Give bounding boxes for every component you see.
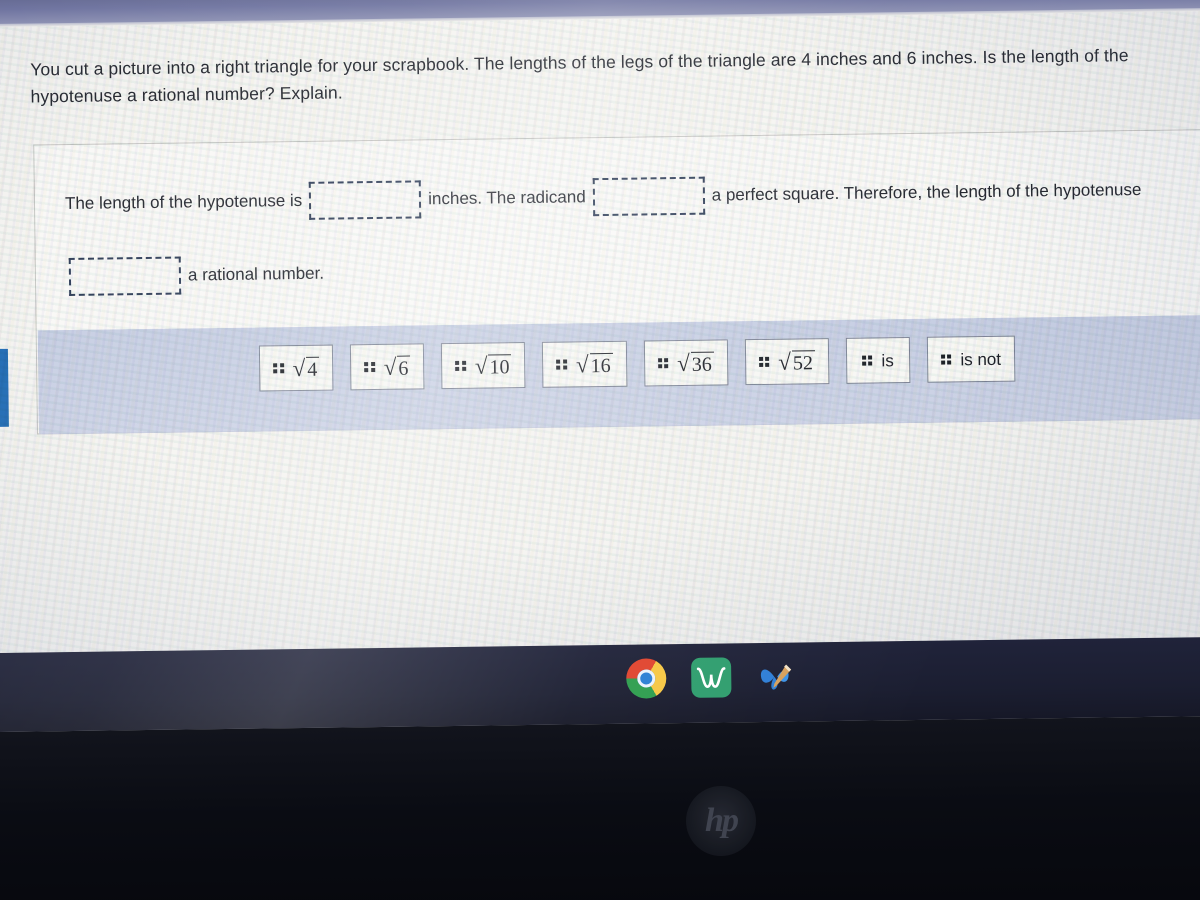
tile-sqrt-16[interactable]: √ 16 [542, 340, 627, 388]
graphing-calculator-icon[interactable] [690, 657, 732, 698]
answer-text-segment-1: The length of the hypotenuse is [64, 190, 303, 214]
tile-label: is [881, 351, 894, 371]
answer-text-segment-2: inches. The radicand [428, 187, 586, 209]
tile-sqrt-4[interactable]: √ 4 [258, 344, 334, 392]
answer-blank-radicand-is[interactable] [592, 176, 705, 217]
hp-brand-logo: hp [686, 786, 756, 856]
radical-icon: √ 36 [676, 350, 714, 376]
answer-statement-line-1: The length of the hypotenuse is inches. … [63, 171, 1144, 223]
answer-statement-line-2: a rational number. [64, 255, 327, 297]
radicand-value: 16 [589, 352, 613, 377]
answer-blank-rational-is[interactable] [68, 256, 182, 297]
os-taskbar [0, 636, 1200, 733]
taskbar-icon-group [626, 657, 797, 699]
tile-sqrt-52[interactable]: √ 52 [744, 338, 830, 386]
side-tab-button[interactable]: B [0, 348, 9, 428]
laptop-screen-photo: hp 7. Approximating Square Roots - Secti… [0, 0, 1200, 900]
answer-blank-hypotenuse-length[interactable] [308, 180, 422, 220]
answer-text-segment-3: a perfect square. Therefore, the length … [711, 179, 1142, 205]
tile-label: √ 36 [676, 350, 714, 376]
tile-is[interactable]: is [845, 337, 911, 384]
drag-handle-icon[interactable] [455, 360, 466, 372]
radicand-value: 4 [306, 356, 320, 380]
tile-sqrt-6[interactable]: √ 6 [349, 343, 425, 391]
tile-is-not[interactable]: is not [926, 335, 1016, 383]
drag-handle-icon[interactable] [758, 356, 770, 368]
drag-handle-icon[interactable] [364, 361, 375, 373]
chrome-icon[interactable] [626, 658, 667, 699]
tile-sqrt-10[interactable]: √ 10 [441, 342, 526, 390]
tile-label: √ 52 [778, 349, 816, 375]
tile-word: is not [960, 349, 1002, 370]
tile-label: √ 6 [383, 354, 411, 380]
radical-icon: √ 6 [383, 354, 411, 380]
question-prompt: You cut a picture into a right triangle … [30, 45, 1129, 107]
radicand-value: 36 [690, 351, 714, 375]
radicand-value: 52 [791, 349, 816, 374]
tile-sqrt-36[interactable]: √ 36 [643, 339, 729, 387]
radicand-value: 6 [397, 355, 411, 379]
radical-icon: √ 4 [292, 355, 320, 381]
radicand-value: 10 [488, 353, 512, 378]
drag-handle-icon[interactable] [657, 357, 669, 369]
butterfly-pen-icon[interactable] [756, 657, 797, 698]
tile-label: √ 4 [292, 355, 320, 381]
answer-panel: The length of the hypotenuse is inches. … [33, 128, 1200, 435]
drag-handle-icon[interactable] [273, 362, 284, 374]
drag-handle-icon[interactable] [556, 359, 568, 370]
screen-surface: 7. Approximating Square Roots - Section … [0, 0, 1200, 733]
drag-handle-icon[interactable] [861, 355, 873, 366]
tile-label: √ 16 [575, 351, 613, 377]
tile-word: is [881, 351, 894, 371]
exercise-page: You cut a picture into a right triangle … [0, 10, 1200, 691]
drag-handle-icon[interactable] [940, 354, 952, 365]
tile-label: is not [960, 349, 1002, 370]
answer-text-segment-4: a rational number. [187, 263, 325, 285]
radical-icon: √ 16 [575, 351, 613, 377]
radical-icon: √ 10 [474, 353, 512, 379]
radical-icon: √ 52 [778, 349, 816, 375]
tile-label: √ 10 [474, 353, 512, 379]
